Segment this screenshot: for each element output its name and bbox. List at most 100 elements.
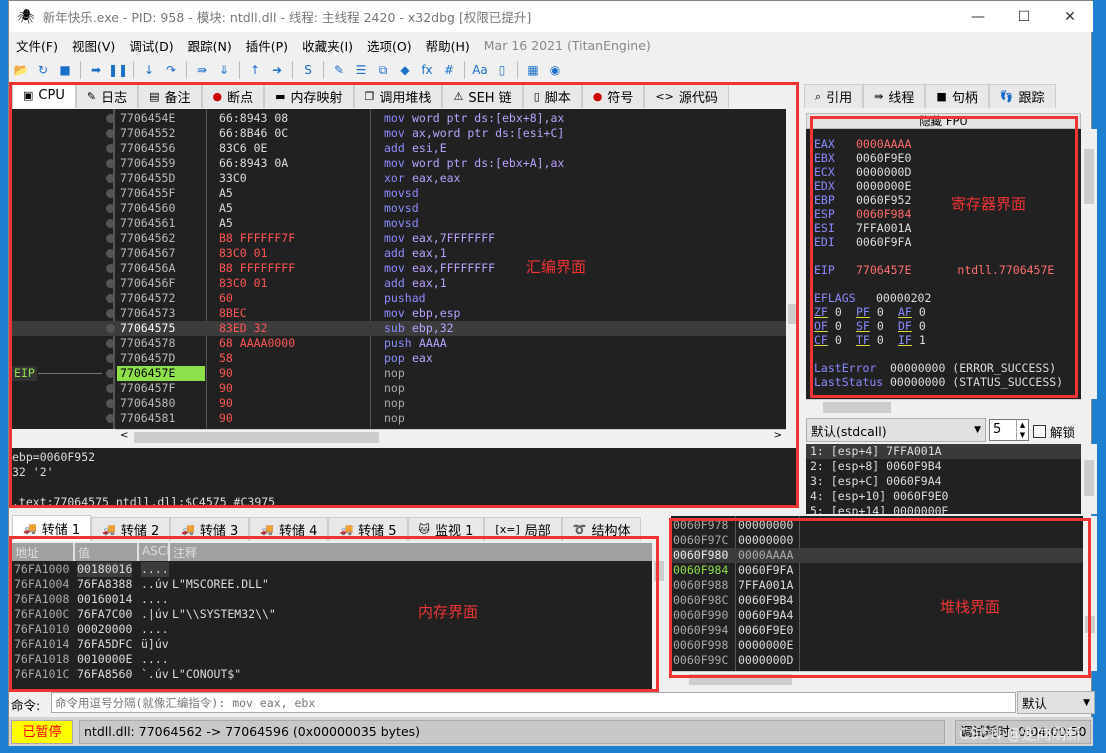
tab-0[interactable]: ⌕ 引用 (804, 84, 864, 108)
register-value[interactable]: 0000000D (856, 165, 911, 179)
label-icon[interactable]: ⧉ (374, 61, 392, 79)
hash-icon[interactable]: # (440, 61, 458, 79)
memory-icon[interactable]: ▯ (493, 61, 511, 79)
disassembly-row[interactable]: 77064581 90 nop (12, 411, 786, 426)
registers-view[interactable]: EAX 0000AAAA EBX 0060F9E0 ECX 0000000D EDX 0000… (806, 129, 1081, 399)
dump-row[interactable]: 76FA1008 00160014.... (12, 592, 652, 607)
command-input[interactable] (51, 692, 1016, 713)
open-icon[interactable]: 📂 (12, 61, 30, 79)
register-row[interactable]: EAX 0000AAAA (814, 137, 911, 151)
menu-item[interactable]: 帮助(H) (419, 36, 477, 55)
disassembly-row[interactable]: 7706456F 83C0 01 add eax,1 (12, 276, 786, 291)
flag[interactable]: TF 0 (856, 333, 884, 347)
breakpoint-dot-icon[interactable] (106, 114, 115, 123)
fpu-toggle-button[interactable]: 隐藏 FPU (806, 113, 1081, 129)
disassembly-row[interactable]: 77064561 A5 movsd (12, 216, 786, 231)
menu-item[interactable]: 视图(V) (65, 36, 122, 55)
run-to-user-code-icon[interactable]: ➜ (268, 61, 286, 79)
bookmark-icon[interactable]: ◆ (396, 61, 414, 79)
argument-row[interactable]: 5: [esp+14] 0000000E (806, 504, 1081, 514)
stack-row[interactable]: 0060F98C 0060F9B4 (671, 593, 1083, 608)
spin-arrows-icon[interactable]: ▲ ▼ (1016, 420, 1028, 440)
flag[interactable]: AF 0 (898, 305, 926, 319)
flag[interactable]: ZF 0 (814, 305, 842, 319)
disassembly-row[interactable]: 7706455F A5 movsd (12, 186, 786, 201)
minimize-button[interactable]: — (955, 1, 1001, 32)
step-over-icon[interactable]: ↷ (162, 61, 180, 79)
register-value[interactable]: 00000202 (876, 291, 931, 305)
tab-8[interactable]: ● 符号 (581, 84, 645, 108)
close-button[interactable]: ✕ (1047, 1, 1093, 32)
dump-vscroll[interactable] (652, 543, 666, 689)
register-value[interactable]: 0000AAAA (856, 137, 911, 151)
flag[interactable]: DF 0 (898, 319, 926, 333)
flag[interactable]: PF 0 (856, 305, 884, 319)
arguments-view[interactable]: 1: [esp+4] 7FFA001A 2: [esp+8] 0060F9B4 3:… (806, 444, 1081, 514)
argument-row[interactable]: 1: [esp+4] 7FFA001A (806, 444, 1081, 459)
arg-count-spinbox[interactable]: 5 ▲ ▼ (989, 419, 1029, 441)
tab-9[interactable]: <> 源代码 (644, 84, 729, 108)
last-error-row[interactable]: LastError 00000000 (ERROR_SUCCESS) (814, 361, 1056, 375)
breakpoint-dot-icon[interactable] (106, 234, 115, 243)
breakpoint-dot-icon[interactable] (106, 219, 115, 228)
dump-row[interactable]: 76FA1004 76FA8388 ..úv L"MSCOREE.DLL" (12, 577, 652, 592)
trace-into-icon[interactable]: ⇛ (193, 61, 211, 79)
disassembly-row[interactable]: 7706457D 58 pop eax (12, 351, 786, 366)
disassembly-row[interactable]: 77064560 A5 movsd (12, 201, 786, 216)
menu-item[interactable]: 收藏夹(I) (295, 36, 360, 55)
strings-icon[interactable]: Aa (471, 61, 489, 79)
breakpoint-dot-icon[interactable] (106, 264, 115, 273)
stack-view[interactable]: 0060F978 00000000 0060F97C 00000000 0060F980… (671, 516, 1083, 671)
tab-5[interactable]: 🐱 监视 1 (407, 517, 485, 541)
register-value[interactable]: 0060F984 (856, 207, 911, 221)
tab-3[interactable]: 🚚 转储 4 (249, 517, 329, 541)
registers-hscroll[interactable] (806, 399, 1081, 414)
breakpoint-dot-icon[interactable] (106, 414, 115, 423)
function-icon[interactable]: fx (418, 61, 436, 79)
disassembly-row[interactable]: 77064562 B8 FFFFFF7F mov eax,7FFFFFFF (12, 231, 786, 246)
dump-view[interactable]: 地址值 ASCI 注释 76FA1000 00180016.... 76FA1004 76… (12, 543, 652, 689)
dump-column-header[interactable]: 地址 (15, 544, 39, 561)
breakpoint-dot-icon[interactable] (106, 204, 115, 213)
dump-row[interactable]: 76FA1000 00180016.... (12, 562, 652, 577)
breakpoint-dot-icon[interactable] (106, 369, 115, 378)
disassembly-vscroll[interactable] (786, 109, 798, 444)
tab-2[interactable]: ▤ 备注 (138, 84, 202, 108)
tab-5[interactable]: ❐ 调用堆栈 (353, 84, 443, 108)
stack-row[interactable]: 0060F978 00000000 (671, 518, 1083, 533)
disassembly-row[interactable]: 77064567 83C0 01 add eax,1 (12, 246, 786, 261)
dump-row[interactable]: 76FA1010 00020000.... (12, 622, 652, 637)
tab-0[interactable]: ▣ CPU (12, 82, 76, 108)
arguments-vscroll[interactable] (1081, 444, 1097, 514)
breakpoint-dot-icon[interactable] (106, 279, 115, 288)
disassembly-view[interactable]: 7706454E 66:8943 08 mov word ptr ds:[ebx+8]… (12, 109, 786, 429)
disassembly-row[interactable]: 77064580 90 nop (12, 396, 786, 411)
execute-till-return-icon[interactable]: ↑ (246, 61, 264, 79)
scylla-icon[interactable]: S (299, 61, 317, 79)
breakpoint-dot-icon[interactable] (106, 129, 115, 138)
flag[interactable]: CF 0 (814, 333, 842, 347)
tab-7[interactable]: ▯ 脚本 (522, 84, 582, 108)
breakpoint-dot-icon[interactable] (106, 399, 115, 408)
calculator-icon[interactable]: ▦ (524, 61, 542, 79)
tab-1[interactable]: ⇛ 线程 (863, 84, 926, 108)
flag[interactable]: OF 0 (814, 319, 842, 333)
register-value[interactable]: 7706457E (856, 263, 911, 277)
disassembly-row[interactable]: 77064572 60 pushad (12, 291, 786, 306)
argument-row[interactable]: 2: [esp+8] 0060F9B4 (806, 459, 1081, 474)
tab-1[interactable]: 🚚 转储 2 (91, 517, 171, 541)
register-value[interactable]: 0060F952 (856, 193, 911, 207)
stack-row[interactable]: 0060F990 0060F9A4 (671, 608, 1083, 623)
dump-row[interactable]: 76FA1018 0010000E.... (12, 652, 652, 667)
disassembly-row[interactable]: 77064556 83C6 0E add esi,E (12, 141, 786, 156)
stack-row[interactable]: 0060F984 0060F9FA (671, 563, 1083, 578)
dump-column-header[interactable]: ASCI (142, 544, 170, 558)
menu-item[interactable]: 跟踪(N) (181, 36, 239, 55)
tab-6[interactable]: ⚠ SEH 链 (442, 84, 523, 108)
stack-row[interactable]: 0060F988 7FFA001A (671, 578, 1083, 593)
tab-4[interactable]: ▬ 内存映射 (264, 84, 354, 108)
last-status-row[interactable]: LastStatus 00000000 (STATUS_SUCCESS) (814, 375, 1063, 389)
disassembly-hscroll[interactable]: < > (116, 429, 786, 444)
run-icon[interactable]: ➡ (87, 61, 105, 79)
patch-icon[interactable]: ✎ (330, 61, 348, 79)
